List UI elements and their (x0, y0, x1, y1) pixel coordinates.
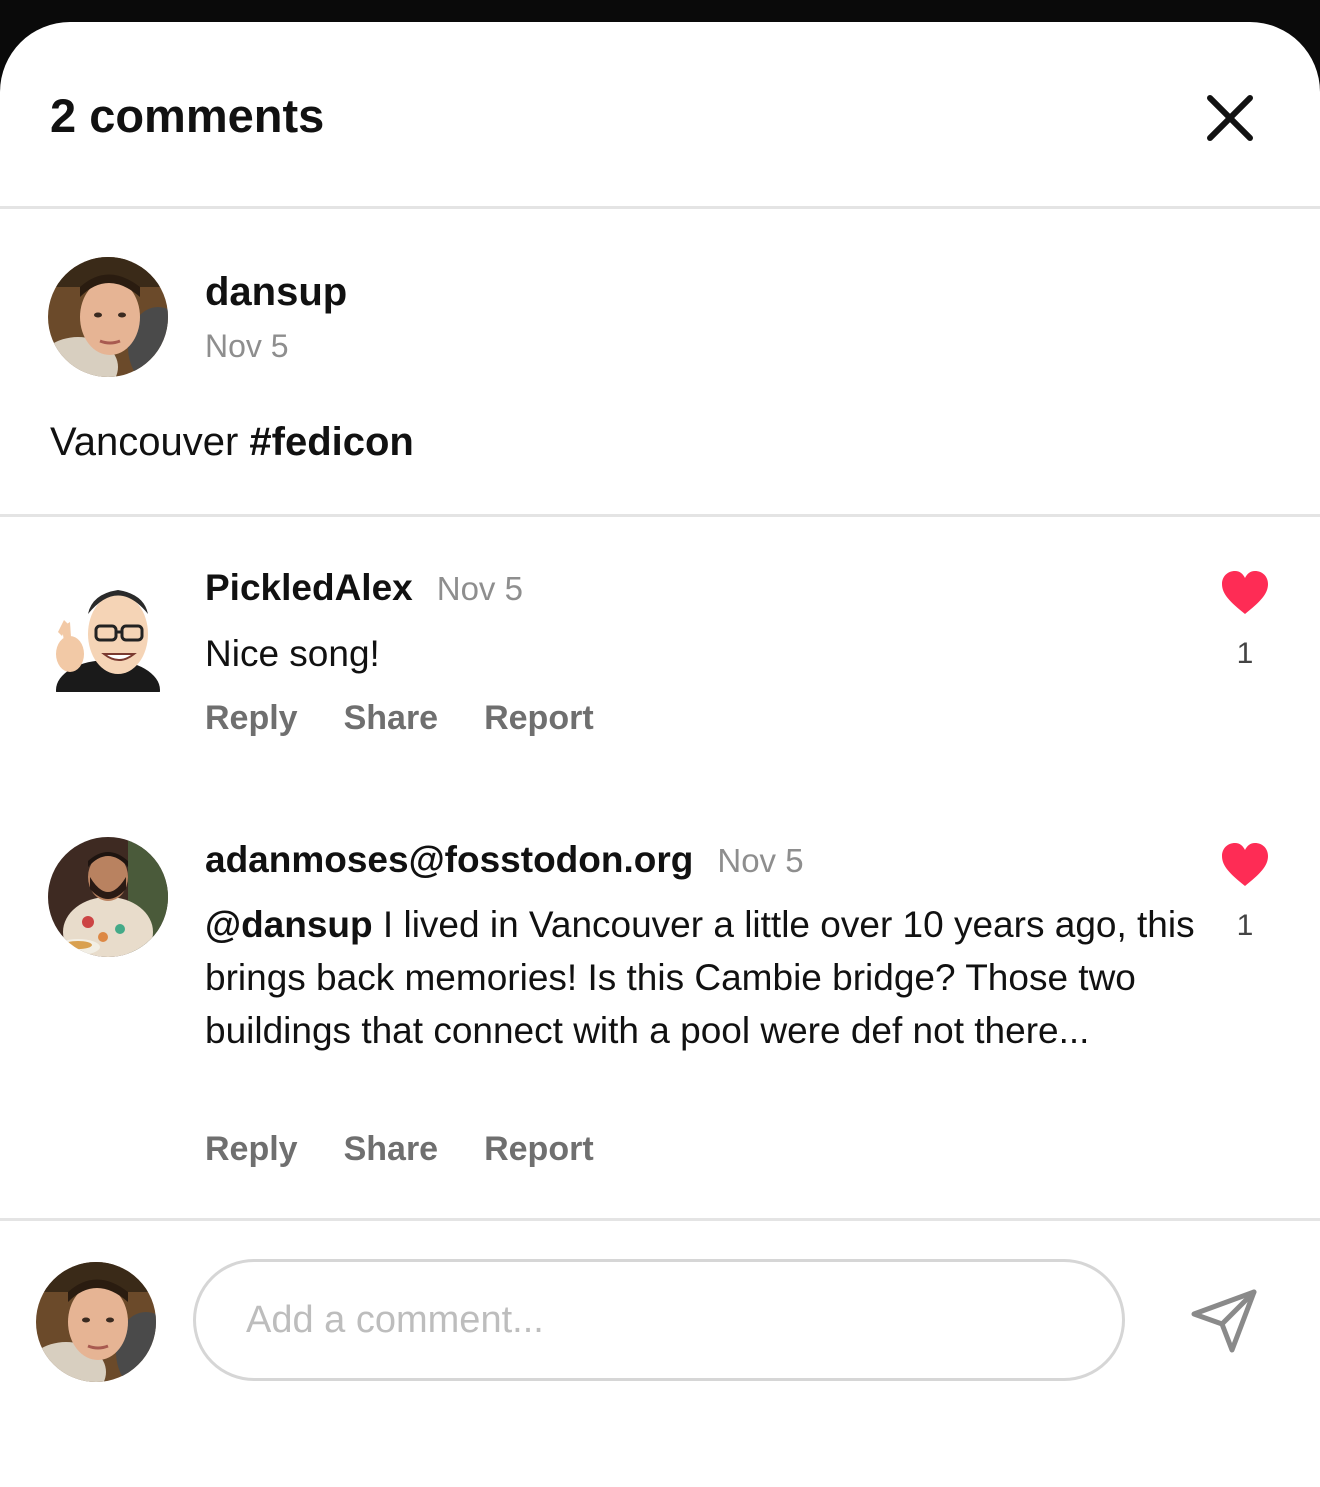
comments-sheet: 2 comments dansup Nov 5 Vancouver #fedic… (0, 22, 1320, 1487)
close-icon (1207, 95, 1253, 141)
comment-username[interactable]: adanmoses@fosstodon.org Nov 5 (205, 839, 804, 881)
share-button[interactable]: Share (344, 699, 439, 737)
caption-hashtag[interactable]: #fedicon (249, 420, 413, 464)
like-count: 1 (1236, 909, 1254, 942)
reply-button[interactable]: Reply (205, 699, 298, 737)
divider (0, 514, 1320, 517)
report-button[interactable]: Report (484, 699, 594, 737)
post-caption: Vancouver #fedicon (50, 420, 414, 465)
comment-actions: Reply Share Report (205, 699, 640, 738)
comment-date: Nov 5 (717, 842, 804, 879)
comment-body: Nice song! (205, 633, 380, 674)
comment-input[interactable] (193, 1259, 1125, 1381)
sheet-header: 2 comments (0, 22, 1320, 207)
report-button[interactable]: Report (484, 1130, 594, 1168)
heart-icon[interactable] (1220, 570, 1270, 616)
post-username[interactable]: dansup (205, 270, 347, 315)
close-button[interactable] (1200, 88, 1260, 148)
caption-text: Vancouver (50, 420, 250, 464)
comment-date: Nov 5 (436, 570, 523, 607)
comment-text: Nice song! (205, 627, 1195, 680)
comment-actions: Reply Share Report (205, 1130, 640, 1169)
post-author-avatar[interactable] (48, 257, 168, 377)
like-count: 1 (1236, 637, 1254, 670)
comment-avatar[interactable] (48, 572, 168, 692)
reply-button[interactable]: Reply (205, 1130, 298, 1168)
current-user-avatar (36, 1262, 156, 1382)
comment-text: @dansup I lived in Vancouver a little ov… (205, 898, 1195, 1057)
divider (0, 206, 1320, 209)
comments-title: 2 comments (50, 89, 325, 142)
comment-username-text[interactable]: adanmoses@fosstodon.org (205, 839, 693, 880)
share-button[interactable]: Share (344, 1130, 439, 1168)
comment-username[interactable]: PickledAlex Nov 5 (205, 567, 523, 609)
send-icon[interactable] (1188, 1284, 1260, 1356)
post-date: Nov 5 (205, 328, 289, 364)
comment-avatar[interactable] (48, 837, 168, 957)
comment-username-text[interactable]: PickledAlex (205, 567, 413, 608)
divider (0, 1218, 1320, 1221)
comment-mention[interactable]: @dansup (205, 904, 373, 945)
heart-icon[interactable] (1220, 842, 1270, 888)
